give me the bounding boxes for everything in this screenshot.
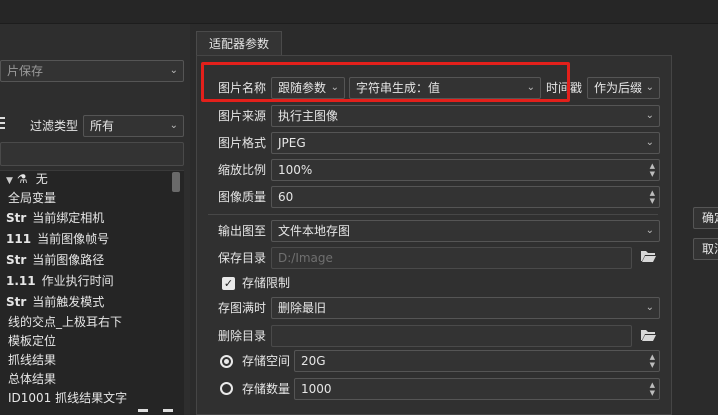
image-source-combo[interactable]: 执行主图像 ⌄ — [271, 105, 660, 127]
save-dir-placeholder: D:/Image — [278, 251, 333, 265]
chevron-down-icon[interactable]: ▼ — [650, 361, 655, 369]
list-item[interactable]: 抓线结果 — [8, 350, 56, 371]
chevron-down-icon: ⌄ — [645, 110, 654, 121]
list-item[interactable]: Str 当前触发模式 — [6, 292, 104, 313]
chevron-down-icon[interactable]: ▼ — [650, 389, 655, 397]
save-dir-input[interactable]: D:/Image — [271, 247, 632, 269]
filter-type-combo[interactable]: 所有 ⌄ — [83, 115, 184, 137]
list-item[interactable]: 总体结果 — [8, 369, 56, 390]
list-item-label: 全局变量 — [8, 191, 57, 205]
list-item[interactable]: ID1001 抓线结果文字 — [8, 388, 127, 409]
image-quality-label: 图像质量 — [218, 190, 267, 204]
window-title-bar — [0, 0, 718, 24]
chevron-up-icon[interactable]: ▲ — [650, 353, 655, 361]
when-full-label: 存图满时 — [218, 301, 267, 315]
output-target-combo[interactable]: 文件本地存图 ⌄ — [271, 220, 660, 242]
list-item[interactable]: Str 当前绑定相机 — [6, 208, 104, 229]
storage-space-spinbox[interactable]: 20G ▲ ▼ — [294, 350, 660, 372]
flask-icon: ⚗ — [16, 172, 28, 186]
folder-open-icon[interactable] — [640, 249, 657, 267]
storage-count-value: 1000 — [301, 382, 332, 396]
list-item-label: 作业执行时间 — [41, 274, 114, 288]
list-item-label: 当前图像帧号 — [37, 232, 110, 246]
storage-space-label: 存储空间 — [242, 354, 291, 368]
scale-value: 100% — [278, 163, 313, 177]
save-mode-value: 片保存 — [7, 64, 44, 78]
chevron-down-icon: ⌄ — [645, 82, 654, 93]
folder-open-icon[interactable] — [640, 328, 657, 346]
list-item-label: 当前图像路径 — [32, 253, 105, 267]
chevron-down-icon: ⌄ — [169, 65, 178, 76]
filter-type-label: 过滤类型 — [30, 119, 79, 133]
chevron-up-icon[interactable]: ▲ — [650, 162, 655, 170]
list-item[interactable]: 1.11 作业执行时间 — [6, 271, 114, 292]
resize-grip[interactable] — [138, 409, 148, 412]
tab-adapter-params[interactable]: 适配器参数 — [196, 31, 282, 55]
chevron-down-icon: ⌄ — [169, 120, 178, 131]
type-tag: Str — [6, 295, 27, 309]
storage-count-label: 存储数量 — [242, 382, 291, 396]
chevron-down-icon: ▼ — [6, 176, 13, 186]
section-divider — [208, 214, 658, 215]
storage-limit-label: 存储限制 — [242, 276, 291, 290]
variable-search-input[interactable] — [0, 142, 184, 166]
list-item[interactable]: 线的交点_上极耳右下 — [8, 312, 122, 333]
when-full-value: 删除最旧 — [278, 301, 327, 315]
type-tag: 1.11 — [6, 274, 36, 288]
image-quality-value: 60 — [278, 190, 294, 204]
confirm-button[interactable]: 确定 — [693, 207, 718, 229]
list-item-label: 模板定位 — [8, 334, 57, 348]
list-item-label: 抓线结果 — [8, 353, 57, 367]
chevron-down-icon[interactable]: ▼ — [650, 197, 655, 205]
scale-spinbox[interactable]: 100% ▲ ▼ — [271, 159, 660, 181]
timestamp-combo[interactable]: 作为后缀 ⌄ — [587, 77, 660, 99]
storage-count-spinbox[interactable]: 1000 ▲ ▼ — [294, 378, 660, 400]
list-item[interactable]: 全局变量 — [8, 188, 56, 209]
list-item[interactable]: 111 当前图像帧号 — [6, 229, 109, 250]
output-target-label: 输出图至 — [218, 224, 267, 238]
image-quality-spinbox[interactable]: 60 ▲ ▼ — [271, 186, 660, 208]
storage-count-radio[interactable] — [220, 382, 233, 395]
list-item[interactable]: 模板定位 — [8, 331, 56, 352]
when-full-combo[interactable]: 删除最旧 ⌄ — [271, 297, 660, 319]
delete-dir-label: 删除目录 — [218, 329, 267, 343]
cancel-button[interactable]: 取消 — [693, 238, 718, 260]
storage-limit-checkbox[interactable]: ✓ — [222, 277, 235, 290]
output-target-value: 文件本地存图 — [278, 224, 351, 238]
filter-type-value: 所有 — [90, 119, 115, 133]
type-tag: 111 — [6, 232, 32, 246]
image-format-label: 图片格式 — [218, 136, 267, 150]
list-scrollbar-thumb[interactable] — [172, 172, 180, 192]
save-dir-label: 保存目录 — [218, 251, 267, 265]
chevron-down-icon: ⌄ — [645, 225, 654, 236]
storage-space-radio[interactable] — [220, 355, 233, 368]
chevron-up-icon[interactable]: ▲ — [650, 189, 655, 197]
image-source-label: 图片来源 — [218, 109, 267, 123]
list-item-label: 无 — [35, 172, 48, 186]
chevron-up-icon[interactable]: ▲ — [650, 381, 655, 389]
save-mode-combo[interactable]: 片保存 ⌄ — [0, 60, 184, 82]
chevron-down-icon: ⌄ — [645, 137, 654, 148]
delete-dir-input[interactable] — [271, 325, 632, 347]
image-source-value: 执行主图像 — [278, 109, 339, 123]
list-item-label: 当前绑定相机 — [32, 211, 105, 225]
list-item[interactable]: Str 当前图像路径 — [6, 250, 104, 271]
list-item-label: 当前触发模式 — [32, 295, 105, 309]
chevron-down-icon: ⌄ — [645, 302, 654, 313]
list-item-label: ID1001 抓线结果文字 — [8, 391, 128, 405]
list-item[interactable]: ▼ ⚗ 无 — [6, 169, 48, 190]
image-format-combo[interactable]: JPEG ⌄ — [271, 132, 660, 154]
type-tag: Str — [6, 253, 27, 267]
highlight-box — [201, 62, 570, 102]
chevron-down-icon[interactable]: ▼ — [650, 170, 655, 178]
image-format-value: JPEG — [278, 136, 306, 150]
type-tag: Str — [6, 211, 27, 225]
timestamp-value: 作为后缀 — [594, 81, 643, 95]
resize-grip[interactable] — [163, 409, 173, 412]
list-item-label: 线的交点_上极耳右下 — [8, 315, 123, 329]
storage-space-value: 20G — [301, 354, 326, 368]
list-item-label: 总体结果 — [8, 372, 57, 386]
scale-label: 缩放比例 — [218, 163, 267, 177]
grid-icon — [0, 116, 6, 130]
